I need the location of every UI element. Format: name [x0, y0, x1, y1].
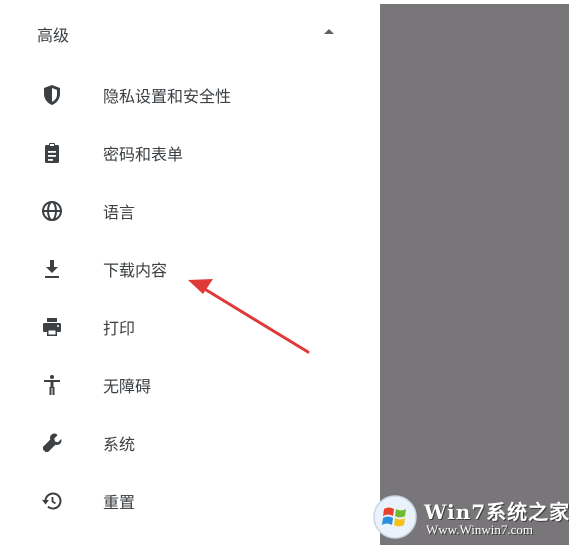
- menu-item-languages[interactable]: 语言: [0, 180, 380, 238]
- menu-item-label: 重置: [103, 493, 136, 512]
- accessibility-icon: [40, 373, 64, 397]
- menu-item-label: 打印: [103, 319, 136, 338]
- menu-item-label: 语言: [103, 203, 136, 222]
- menu-item-privacy-security[interactable]: 隐私设置和安全性: [0, 64, 380, 122]
- advanced-section-title: 高级: [37, 26, 70, 45]
- watermark-url: Www.Winwin7.com: [426, 522, 533, 537]
- menu-item-label: 无障碍: [103, 377, 152, 396]
- advanced-section-header[interactable]: 高级: [0, 8, 380, 58]
- content-pane: [380, 4, 569, 545]
- windows-logo-icon: [373, 495, 417, 539]
- settings-sidebar: 高级 隐私设置和安全性 密码和表单 语言 下载内容 打印 无障碍 系统 重置: [0, 0, 380, 545]
- menu-item-reset[interactable]: 重置: [0, 470, 380, 528]
- menu-item-system[interactable]: 系统: [0, 412, 380, 470]
- watermark-brand: Win7系统之家: [424, 500, 569, 524]
- menu-item-label: 隐私设置和安全性: [103, 87, 232, 106]
- menu-item-accessibility[interactable]: 无障碍: [0, 354, 380, 412]
- collapse-arrow-icon[interactable]: [324, 29, 334, 34]
- clipboard-icon: [40, 141, 64, 165]
- menu-item-passwords-forms[interactable]: 密码和表单: [0, 122, 380, 180]
- wrench-icon: [40, 431, 64, 455]
- download-icon: [40, 257, 64, 281]
- restore-icon: [40, 489, 64, 513]
- menu-item-label: 系统: [103, 435, 136, 454]
- printer-icon: [40, 315, 64, 339]
- menu-item-printing[interactable]: 打印: [0, 296, 380, 354]
- shield-icon: [40, 83, 64, 107]
- watermark: Win7系统之家 Www.Winwin7.com: [372, 490, 569, 545]
- menu-item-label: 密码和表单: [103, 145, 184, 164]
- globe-icon: [40, 199, 64, 223]
- menu-item-downloads[interactable]: 下载内容: [0, 238, 380, 296]
- menu-item-label: 下载内容: [103, 261, 168, 280]
